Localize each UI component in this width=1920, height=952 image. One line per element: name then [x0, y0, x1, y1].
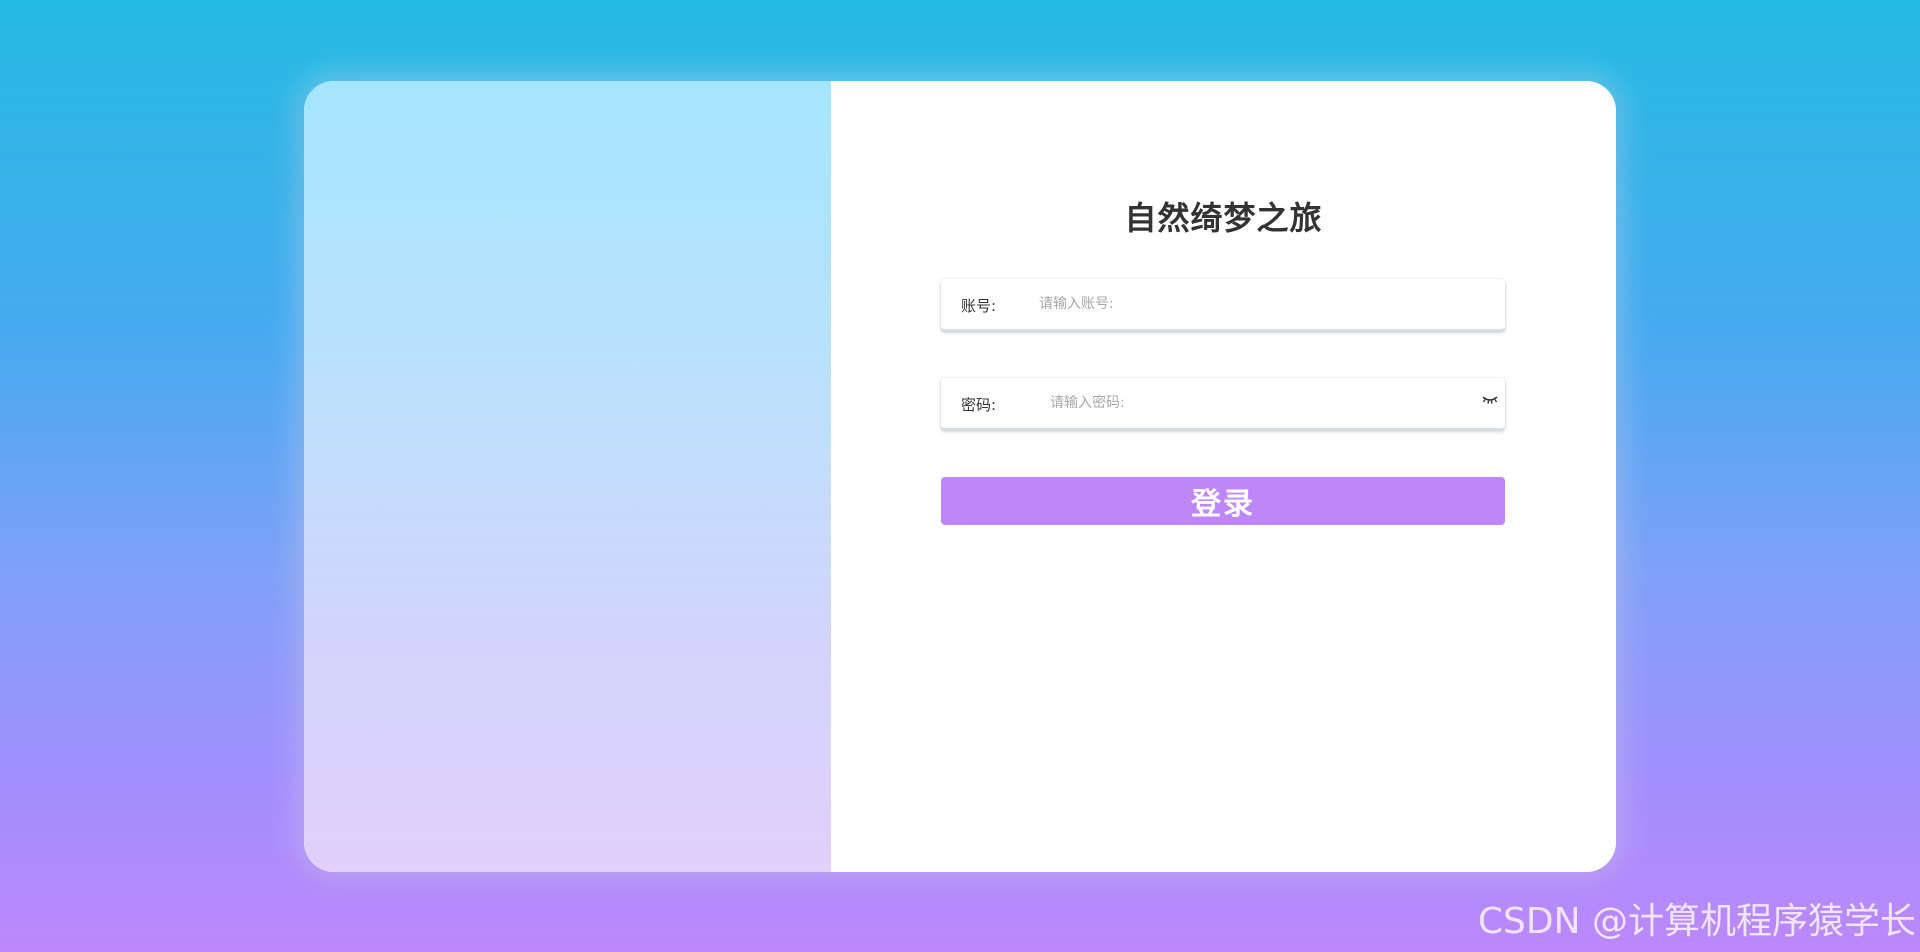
password-field: 密码:: [941, 378, 1505, 430]
password-label: 密码:: [961, 396, 997, 414]
account-field: 账号:: [941, 279, 1505, 331]
watermark: CSDN @计算机程序猿学长: [1477, 901, 1916, 942]
login-form-panel: 自然绮梦之旅 账号: 密码: 登录: [831, 81, 1616, 872]
account-label: 账号:: [961, 297, 997, 315]
account-input[interactable]: [1039, 287, 1479, 321]
page-title: 自然绮梦之旅: [1124, 199, 1323, 237]
login-card: 自然绮梦之旅 账号: 密码: 登录: [304, 81, 1616, 872]
decorative-panel: [304, 81, 831, 872]
login-button[interactable]: 登录: [941, 477, 1505, 525]
eye-closed-icon[interactable]: [1481, 392, 1499, 406]
password-input[interactable]: [1050, 386, 1470, 420]
